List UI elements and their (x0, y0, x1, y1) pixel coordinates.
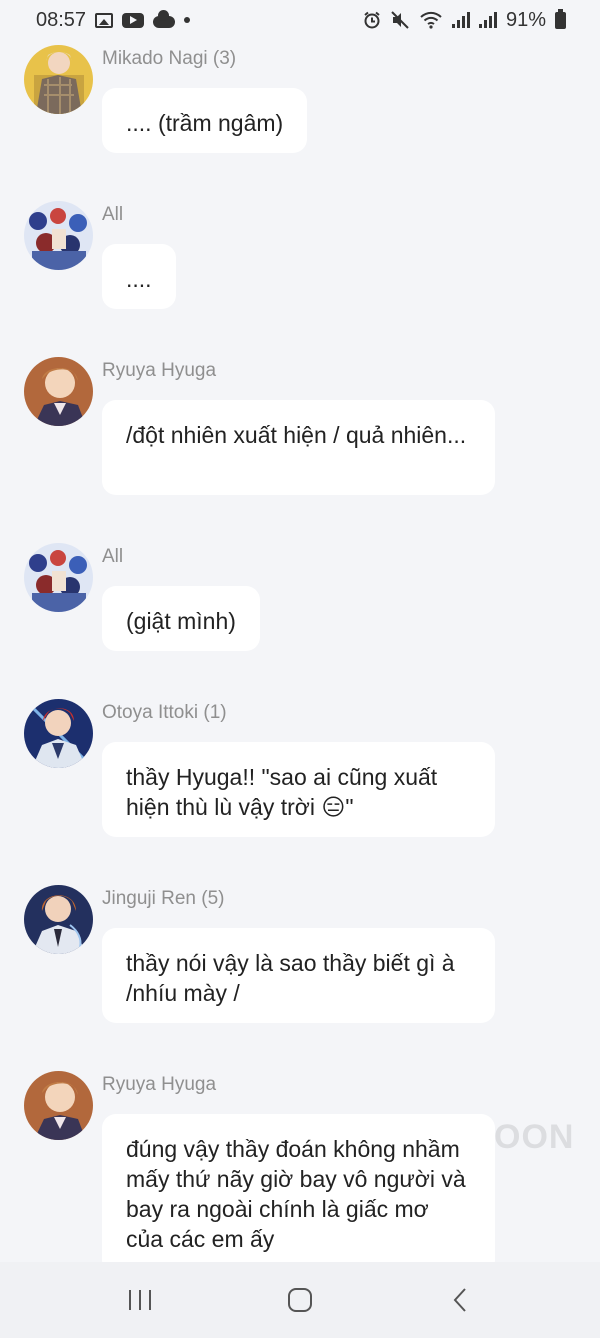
status-time: 08:57 (36, 8, 87, 31)
avatar-all[interactable] (24, 201, 93, 270)
home-button[interactable] (270, 1275, 330, 1325)
back-icon (453, 1288, 466, 1312)
gallery-icon (95, 12, 114, 28)
sender-name: Otoya Ittoki (1) (102, 702, 227, 723)
wifi-icon (420, 11, 442, 29)
sender-name: Ryuya Hyuga (102, 1074, 217, 1095)
status-bar-left: 08:57 (36, 8, 191, 32)
sender-name: Jinguji Ren (5) (102, 888, 225, 909)
sender-name: All (102, 204, 124, 225)
avatar-ryuya-hyuga[interactable] (24, 357, 93, 426)
avatar-ryuya-hyuga[interactable] (24, 1071, 93, 1140)
battery-percent: 91% (505, 8, 546, 31)
avatar-otoya-ittoki[interactable] (24, 699, 93, 768)
avatar-jinguji-ren[interactable] (24, 885, 93, 954)
signal-icon-2 (478, 12, 497, 28)
message-bubble[interactable]: .... (trầm ngâm) (102, 88, 308, 153)
status-bar-right: 91% (363, 8, 566, 32)
message-bubble[interactable]: thầy Hyuga!! "sao ai cũng xuất hiện thù … (102, 742, 495, 837)
status-bar: 08:57 91% (0, 0, 600, 40)
recent-apps-button[interactable] (110, 1275, 170, 1325)
cloud-icon (153, 9, 176, 28)
navigation-bar (0, 1262, 600, 1338)
message-bubble[interactable]: /đột nhiên xuất hiện / quả nhiên... (102, 400, 495, 495)
avatar-mikado-nagi[interactable] (24, 45, 93, 114)
back-button[interactable] (430, 1275, 490, 1325)
home-icon (288, 1288, 312, 1312)
message-bubble[interactable]: đúng vậy thầy đoán không nhầm mấy thứ nã… (102, 1114, 495, 1274)
alarm-icon (364, 11, 380, 29)
message-bubble[interactable]: .... (102, 244, 176, 309)
sender-name: All (102, 546, 124, 567)
youtube-icon (122, 12, 145, 28)
message-bubble[interactable]: thầy nói vậy là sao thầy biết gì à /nhíu… (102, 928, 495, 1023)
battery-icon (555, 8, 566, 29)
avatar-all[interactable] (24, 543, 93, 612)
message-bubble[interactable]: (giật mình) (102, 586, 260, 651)
sender-name: Ryuya Hyuga (102, 360, 217, 381)
sender-name: Mikado Nagi (3) (102, 48, 237, 69)
mute-icon (391, 11, 409, 29)
recent-apps-icon (129, 1290, 151, 1310)
more-notifications-icon (184, 17, 191, 23)
signal-icon-1 (451, 12, 470, 28)
watermark: OON (494, 1118, 575, 1156)
